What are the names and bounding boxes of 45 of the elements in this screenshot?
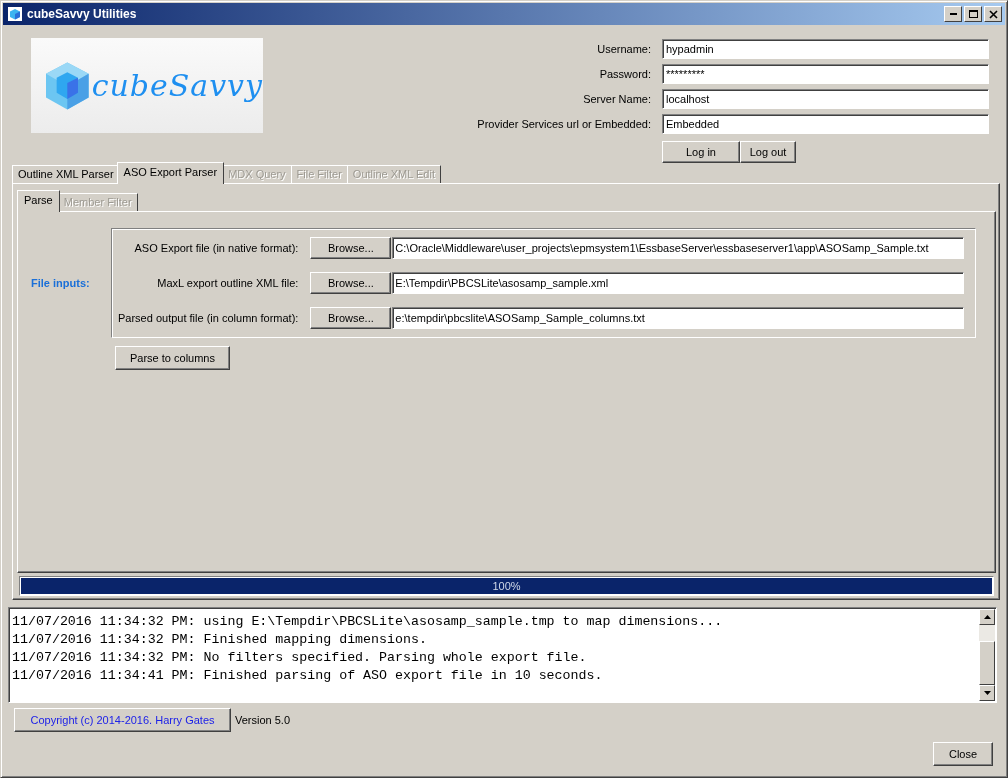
file-path-field[interactable]: e:\tempdir\pbcslite\ASOSamp_Sample_columns.txt [392, 307, 965, 329]
log-line: 11/07/2016 11:34:32 PM: Finished mapping dimensions. [12, 631, 427, 649]
scroll-thumb[interactable] [979, 641, 995, 685]
maximize-button[interactable] [964, 6, 982, 22]
app-icon [8, 7, 22, 21]
minimize-button[interactable] [944, 6, 962, 22]
logo-text: cubeSavvy [91, 68, 263, 103]
browse-button[interactable]: Browse... [310, 237, 392, 259]
window-title: cubeSavvy Utilities [27, 7, 138, 21]
log-line: 11/07/2016 11:34:32 PM: No filters specified. Parsing whole export file. [12, 649, 587, 667]
field-label: Password: [598, 67, 651, 80]
version-label: Version 5.0 [235, 714, 291, 726]
minimize-icon [949, 13, 957, 15]
tab[interactable]: Outline XML Parser [12, 165, 120, 183]
password-field[interactable]: ********* [662, 63, 989, 84]
tab[interactable]: ASO Export Parser [116, 162, 225, 184]
log-line: 11/07/2016 11:34:32 PM: using E:\Tempdir\PBCSLite\asosamp_sample.tmp to map dimensions... [12, 613, 723, 631]
login-button[interactable]: Log in [662, 140, 740, 163]
close-button[interactable]: Close [933, 742, 993, 766]
tab[interactable]: Parse [17, 190, 60, 212]
input-field[interactable]: hypadmin [662, 38, 989, 59]
field-label: ASO Export file (in native format): [133, 242, 300, 254]
file-path-field[interactable]: C:\Oracle\Middleware\user_projects\epmsystem1\EssbaseServer\essbaseserver1\app\ASOSamp_Sample.txt [392, 237, 965, 259]
browse-button[interactable]: Browse... [310, 307, 392, 329]
logout-button[interactable]: Log out [740, 140, 796, 163]
parse-button[interactable]: Parse to columns [115, 346, 230, 370]
close-icon [988, 9, 998, 19]
close-button[interactable] [984, 6, 1002, 22]
scrollbar[interactable] [979, 609, 995, 701]
section-heading: File inputs: [30, 277, 91, 289]
field-label: Username: [596, 42, 651, 55]
scroll-up-icon[interactable] [979, 609, 995, 625]
scroll-down-icon[interactable] [979, 685, 995, 701]
input-field[interactable]: Embedded [662, 113, 989, 134]
field-label: Server Name: [582, 92, 651, 105]
copyright-button[interactable]: Copyright (c) 2014-2016. Harry Gates [14, 708, 231, 732]
input-field[interactable]: localhost [662, 88, 989, 109]
maximize-icon [968, 10, 978, 18]
field-label: Provider Services url or Embedded: [477, 117, 651, 130]
browse-button[interactable]: Browse... [310, 272, 392, 294]
field-label: Parsed output file (in column format): [118, 312, 300, 324]
progress-reading: 100% [492, 580, 521, 592]
file-path-field[interactable]: E:\Tempdir\PBCSLite\asosamp_sample.xml [392, 272, 965, 294]
field-label: MaxL export outline XML file: [156, 277, 300, 289]
log-line: 11/07/2016 11:34:41 PM: Finished parsing of ASO export file in 10 seconds. [12, 667, 603, 685]
